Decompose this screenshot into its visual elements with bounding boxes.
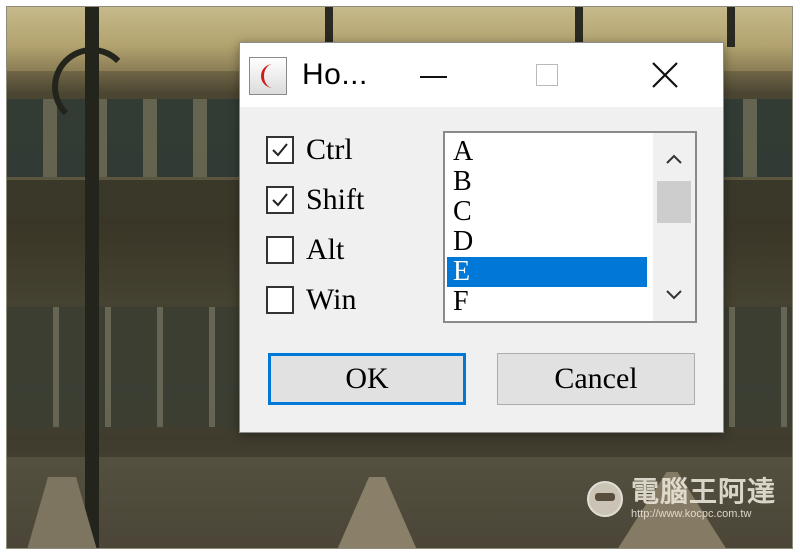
cancel-button[interactable]: Cancel [497,353,695,405]
checkbox-shift[interactable]: Shift [266,185,364,215]
listbox-items: A B C D E F [447,137,647,317]
checkbox-box[interactable] [266,286,294,314]
checkbox-box[interactable] [266,236,294,264]
checkbox-label: Shift [306,183,365,216]
checkmark-icon [272,193,288,207]
chevron-up-icon [666,154,682,164]
list-item-selected[interactable]: E [447,257,647,287]
close-icon [652,62,678,88]
minimize-icon [419,76,447,78]
close-button[interactable] [635,53,695,97]
watermark: 電腦王阿達 http://www.kocpc.com.tw [586,475,776,520]
watermark-title: 電腦王阿達 [630,475,776,508]
checkbox-label: Ctrl [306,133,353,166]
checkbox-box[interactable] [266,186,294,214]
background-pole [727,7,735,47]
crescent-moon-app-icon[interactable] [249,57,287,95]
hotkey-dialog: Ho... Ctrl Shift Alt Win A B C D E F OK … [239,42,724,433]
key-listbox[interactable]: A B C D E F [443,131,697,323]
background-pole [575,7,583,47]
checkbox-alt[interactable]: Alt [266,235,344,265]
ok-button[interactable]: OK [268,353,466,405]
listbox-scrollbar[interactable] [653,133,695,321]
list-item[interactable]: A [447,137,647,167]
background-lamp-arm [52,47,132,127]
maximize-icon [536,64,558,86]
list-item[interactable]: C [447,197,647,227]
watermark-url: http://www.kocpc.com.tw [630,508,752,520]
checkbox-label: Win [306,283,357,316]
scroll-up-button[interactable] [653,139,695,179]
checkbox-win[interactable]: Win [266,285,356,315]
checkbox-label: Alt [306,233,345,266]
chevron-down-icon [666,290,682,300]
maximize-button[interactable] [517,53,577,97]
list-item[interactable]: B [447,167,647,197]
checkmark-icon [272,143,288,157]
checkbox-box[interactable] [266,136,294,164]
list-item[interactable]: F [447,287,647,317]
list-item[interactable]: D [447,227,647,257]
watermark-mascot-icon [586,481,623,517]
checkbox-ctrl[interactable]: Ctrl [266,135,353,165]
scrollbar-thumb[interactable] [657,181,691,223]
scroll-down-button[interactable] [653,275,695,315]
background-pole [325,7,333,47]
window-title: Ho... [302,58,368,91]
title-bar[interactable]: Ho... [240,43,723,107]
minimize-button[interactable] [403,53,463,97]
